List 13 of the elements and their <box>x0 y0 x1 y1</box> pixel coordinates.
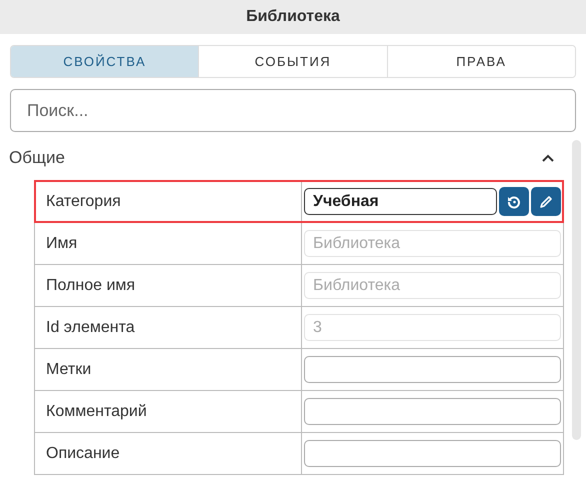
panel-title: Библиотека <box>246 7 340 27</box>
property-label: Комментарий <box>46 402 147 422</box>
property-label: Метки <box>46 360 92 380</box>
property-label: Категория <box>46 192 121 212</box>
tab[interactable]: СВОЙСТВА <box>11 46 198 77</box>
property-label: Id элемента <box>46 318 135 338</box>
tab[interactable]: ПРАВА <box>386 46 575 77</box>
section-title: Общие <box>9 147 65 170</box>
property-label: Описание <box>46 444 120 464</box>
property-label: Полное имя <box>46 276 136 296</box>
search-field[interactable]: Поиск... <box>10 89 576 132</box>
value-field[interactable]: Учебная <box>304 188 497 215</box>
property-label: Имя <box>46 234 78 254</box>
